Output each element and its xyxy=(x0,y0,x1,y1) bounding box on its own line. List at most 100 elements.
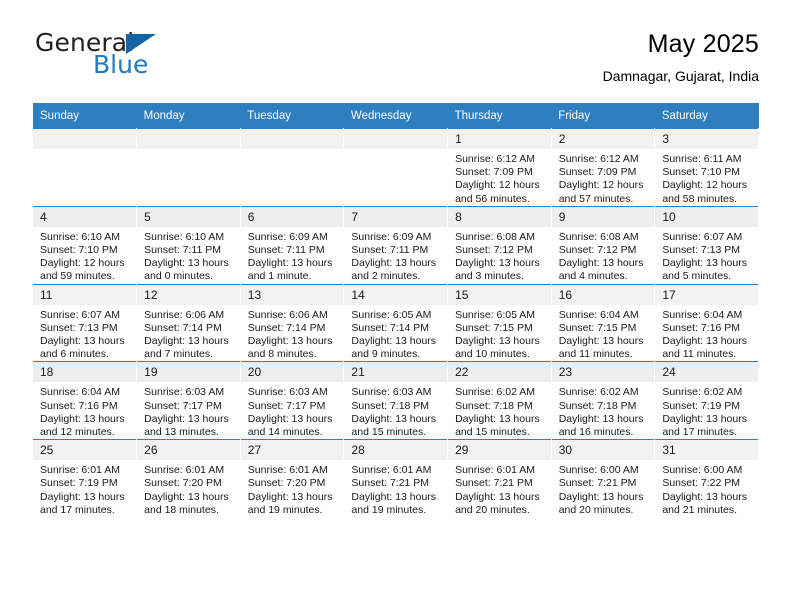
calendar-day-cell[interactable]: 17 Sunrise: 6:04 AM Sunset: 7:16 PM Dayligh… xyxy=(654,283,759,362)
sunrise-line: Sunrise: 6:01 AM xyxy=(351,464,432,477)
daylight-line-cont: and 59 minutes. xyxy=(40,270,115,283)
sunset-line: Sunset: 7:17 PM xyxy=(144,399,222,412)
day-number: 17 xyxy=(655,284,758,305)
calendar-day-cell[interactable]: 29 Sunrise: 6:01 AM Sunset: 7:21 PM Dayligh… xyxy=(447,439,552,518)
calendar-week-row: 25 Sunrise: 6:01 AM Sunset: 7:19 PM Dayligh… xyxy=(33,439,759,518)
calendar-day-cell[interactable]: 15 Sunrise: 6:05 AM Sunset: 7:15 PM Dayligh… xyxy=(447,283,552,362)
day-number xyxy=(344,129,448,149)
sun-info: Sunrise: 6:02 AM Sunset: 7:18 PM Daylight:… xyxy=(448,382,551,439)
calendar-day-cell[interactable]: 26 Sunrise: 6:01 AM Sunset: 7:20 PM Dayligh… xyxy=(136,439,241,518)
calendar-day-cell[interactable]: 8 Sunrise: 6:08 AM Sunset: 7:12 PM Daylight… xyxy=(447,205,552,285)
calendar-day-cell[interactable]: 10 Sunrise: 6:07 AM Sunset: 7:13 PM Dayligh… xyxy=(654,205,759,285)
day-number: 2 xyxy=(551,129,655,149)
calendar-week-row: 4 Sunrise: 6:10 AM Sunset: 7:10 PM Daylight… xyxy=(33,205,759,285)
daylight-line: Daylight: 13 hours xyxy=(455,257,540,270)
calendar-day-cell[interactable]: 25 Sunrise: 6:01 AM Sunset: 7:19 PM Dayligh… xyxy=(33,439,138,518)
calendar-day-cell[interactable]: 9 Sunrise: 6:08 AM Sunset: 7:12 PM Daylight… xyxy=(551,205,656,285)
sun-info: Sunrise: 6:10 AM Sunset: 7:11 PM Daylight:… xyxy=(137,227,240,284)
calendar-day-cell[interactable]: 11 Sunrise: 6:07 AM Sunset: 7:13 PM Dayligh… xyxy=(33,283,138,362)
daylight-line: Daylight: 13 hours xyxy=(662,412,747,425)
calendar-day-cell[interactable]: 4 Sunrise: 6:10 AM Sunset: 7:10 PM Daylight… xyxy=(33,205,138,285)
calendar-day-cell[interactable]: 21 Sunrise: 6:03 AM Sunset: 7:18 PM Dayligh… xyxy=(343,361,449,440)
calendar-week-row: 18 Sunrise: 6:04 AM Sunset: 7:16 PM Dayligh… xyxy=(33,361,759,440)
sun-info: Sunrise: 6:01 AM Sunset: 7:19 PM Daylight:… xyxy=(33,460,136,517)
sunset-line: Sunset: 7:14 PM xyxy=(247,321,326,334)
daylight-line: Daylight: 13 hours xyxy=(247,257,333,270)
calendar-day-cell[interactable]: 13 Sunrise: 6:06 AM Sunset: 7:14 PM Dayligh… xyxy=(240,283,345,362)
calendar-day-cell[interactable]: 27 Sunrise: 6:01 AM Sunset: 7:20 PM Dayligh… xyxy=(240,439,345,518)
sunrise-line: Sunrise: 6:09 AM xyxy=(247,230,328,243)
sun-info: Sunrise: 6:03 AM Sunset: 7:17 PM Daylight:… xyxy=(241,382,344,439)
daylight-line-cont: and 8 minutes. xyxy=(247,348,317,361)
calendar-empty-cell xyxy=(240,128,345,207)
sunset-line: Sunset: 7:09 PM xyxy=(455,166,533,179)
day-number: 31 xyxy=(655,440,758,461)
day-number: 14 xyxy=(344,284,448,305)
daylight-line: Daylight: 13 hours xyxy=(247,335,333,348)
calendar-day-cell[interactable]: 6 Sunrise: 6:09 AM Sunset: 7:11 PM Daylight… xyxy=(240,205,345,285)
calendar-day-cell[interactable]: 12 Sunrise: 6:06 AM Sunset: 7:14 PM Dayligh… xyxy=(136,283,241,362)
calendar-day-cell[interactable]: 14 Sunrise: 6:05 AM Sunset: 7:14 PM Dayligh… xyxy=(343,283,449,362)
calendar-day-cell[interactable]: 28 Sunrise: 6:01 AM Sunset: 7:21 PM Dayligh… xyxy=(343,439,449,518)
daylight-line-cont: and 20 minutes. xyxy=(558,503,634,516)
calendar-day-cell[interactable]: 31 Sunrise: 6:00 AM Sunset: 7:22 PM Dayligh… xyxy=(654,439,759,518)
daylight-line: Daylight: 13 hours xyxy=(144,335,229,348)
daylight-line-cont: and 56 minutes. xyxy=(455,192,530,205)
day-number: 27 xyxy=(240,440,344,461)
sunset-line: Sunset: 7:11 PM xyxy=(144,244,221,257)
calendar-day-cell[interactable]: 18 Sunrise: 6:04 AM Sunset: 7:16 PM Dayligh… xyxy=(33,361,138,440)
sunset-line: Sunset: 7:15 PM xyxy=(455,321,533,334)
daylight-line: Daylight: 13 hours xyxy=(351,257,437,270)
sun-info: Sunrise: 6:01 AM Sunset: 7:20 PM Daylight:… xyxy=(241,460,344,517)
sunset-line: Sunset: 7:18 PM xyxy=(455,399,533,412)
daylight-line: Daylight: 13 hours xyxy=(558,335,644,348)
sun-info: Sunrise: 6:11 AM Sunset: 7:10 PM Daylight:… xyxy=(655,149,758,206)
sunrise-line: Sunrise: 6:00 AM xyxy=(558,464,639,477)
calendar-day-cell[interactable]: 3 Sunrise: 6:11 AM Sunset: 7:10 PM Daylight… xyxy=(654,128,759,207)
sunrise-line: Sunrise: 6:07 AM xyxy=(662,230,743,243)
daylight-line: Daylight: 13 hours xyxy=(662,490,747,503)
sunset-line: Sunset: 7:12 PM xyxy=(455,244,533,257)
sunrise-line: Sunrise: 6:02 AM xyxy=(662,386,743,399)
sun-info: Sunrise: 6:12 AM Sunset: 7:09 PM Daylight:… xyxy=(552,149,655,206)
day-number: 9 xyxy=(551,206,655,227)
day-number: 18 xyxy=(33,362,137,383)
daylight-line: Daylight: 13 hours xyxy=(144,412,229,425)
calendar-day-cell[interactable]: 1 Sunrise: 6:12 AM Sunset: 7:09 PM Daylight… xyxy=(447,128,552,207)
weekday-header-saturday: Saturday xyxy=(654,103,759,129)
calendar-day-cell[interactable]: 22 Sunrise: 6:02 AM Sunset: 7:18 PM Dayligh… xyxy=(447,361,552,440)
sun-info: Sunrise: 6:12 AM Sunset: 7:09 PM Daylight:… xyxy=(448,149,551,206)
calendar-day-cell[interactable]: 20 Sunrise: 6:03 AM Sunset: 7:17 PM Dayligh… xyxy=(240,361,345,440)
sun-info: Sunrise: 6:07 AM Sunset: 7:13 PM Daylight:… xyxy=(33,305,136,362)
sunset-line: Sunset: 7:22 PM xyxy=(662,477,740,490)
sunset-line: Sunset: 7:13 PM xyxy=(40,321,118,334)
general-blue-logo[interactable]: General Blue xyxy=(33,28,213,84)
calendar-day-cell[interactable]: 2 Sunrise: 6:12 AM Sunset: 7:09 PM Daylight… xyxy=(551,128,656,207)
day-number: 16 xyxy=(551,284,655,305)
daylight-line: Daylight: 12 hours xyxy=(558,179,644,192)
calendar-day-cell[interactable]: 23 Sunrise: 6:02 AM Sunset: 7:18 PM Dayligh… xyxy=(551,361,656,440)
calendar-day-cell[interactable]: 30 Sunrise: 6:00 AM Sunset: 7:21 PM Dayligh… xyxy=(551,439,656,518)
sunset-line: Sunset: 7:21 PM xyxy=(351,477,430,490)
calendar-day-cell[interactable]: 5 Sunrise: 6:10 AM Sunset: 7:11 PM Daylight… xyxy=(136,205,241,285)
calendar-day-cell[interactable]: 7 Sunrise: 6:09 AM Sunset: 7:11 PM Daylight… xyxy=(343,205,449,285)
daylight-line: Daylight: 12 hours xyxy=(40,257,125,270)
daylight-line-cont: and 19 minutes. xyxy=(247,503,323,516)
daylight-line-cont: and 20 minutes. xyxy=(455,503,530,516)
daylight-line: Daylight: 13 hours xyxy=(144,257,229,270)
sunset-line: Sunset: 7:13 PM xyxy=(662,244,740,257)
sunrise-line: Sunrise: 6:01 AM xyxy=(144,464,225,477)
sunrise-line: Sunrise: 6:01 AM xyxy=(455,464,536,477)
sun-info: Sunrise: 6:08 AM Sunset: 7:12 PM Daylight:… xyxy=(552,227,655,284)
day-number: 29 xyxy=(448,440,551,461)
sunset-line: Sunset: 7:20 PM xyxy=(144,477,222,490)
day-number: 11 xyxy=(33,284,137,305)
day-number: 15 xyxy=(448,284,551,305)
calendar-day-cell[interactable]: 19 Sunrise: 6:03 AM Sunset: 7:17 PM Dayligh… xyxy=(136,361,241,440)
calendar-day-cell[interactable]: 16 Sunrise: 6:04 AM Sunset: 7:15 PM Dayligh… xyxy=(551,283,656,362)
daylight-line: Daylight: 13 hours xyxy=(455,490,540,503)
daylight-line: Daylight: 13 hours xyxy=(662,257,747,270)
sun-info: Sunrise: 6:02 AM Sunset: 7:19 PM Daylight:… xyxy=(655,382,758,439)
calendar-day-cell[interactable]: 24 Sunrise: 6:02 AM Sunset: 7:19 PM Dayligh… xyxy=(654,361,759,440)
daylight-line-cont: and 1 minute. xyxy=(247,270,312,283)
